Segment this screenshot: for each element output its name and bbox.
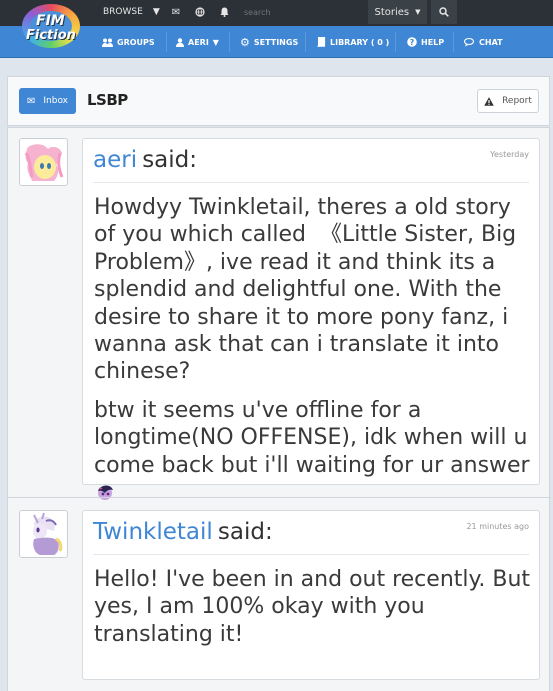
conversation-header: ✉ Inbox LSBP Report <box>7 76 550 126</box>
author-link[interactable]: Twinkletail <box>93 519 213 545</box>
message-body: Hello! I've been in and out recently. Bu… <box>94 566 533 659</box>
nav-divider <box>166 32 167 52</box>
gear-icon: ⚙ <box>240 35 250 49</box>
site-logo[interactable]: FIM Fiction <box>12 4 90 50</box>
message-header: Twinkletail said: 21 minutes ago <box>93 519 529 555</box>
message-bubble: aeri said: Yesterday Howdyy Twinkletail,… <box>82 138 540 501</box>
message-divider <box>8 497 551 498</box>
chat-icon <box>464 37 475 46</box>
message-paragraph: Hello! I've been in and out recently. Bu… <box>94 567 531 647</box>
nav-help[interactable]: ? HELP <box>407 26 444 58</box>
twilight-emote-icon <box>98 485 113 501</box>
pony-avatar-icon <box>20 139 67 185</box>
message-paragraph: btw it seems u've offline for a longtime… <box>94 397 533 507</box>
search-icon <box>439 7 449 17</box>
nav-user[interactable]: AERI ▼ <box>176 26 219 58</box>
message-thread: aeri said: Yesterday Howdyy Twinkletail,… <box>7 127 551 691</box>
message-paragraph-text: btw it seems u've offline for a longtime… <box>94 397 530 478</box>
book-icon <box>317 37 326 47</box>
avatar-twinkletail[interactable] <box>19 510 68 558</box>
nav-user-label: AERI <box>188 37 209 47</box>
nav-divider <box>305 32 306 52</box>
inbox-label: Inbox <box>43 96 69 106</box>
nav-groups-label: GROUPS <box>117 37 155 47</box>
stories-label: Stories <box>374 6 410 18</box>
nav-help-label: HELP <box>421 37 445 47</box>
chevron-down-icon: ▼ <box>415 8 421 16</box>
groups-icon <box>102 38 113 47</box>
timestamp: Yesterday <box>490 150 529 159</box>
message-body: Howdyy Twinkletail, theres a old story o… <box>94 194 533 506</box>
caret-down-icon: ▼ <box>212 37 219 47</box>
said-label: said: <box>142 147 198 173</box>
nav-divider <box>229 32 230 52</box>
message-paragraph: Howdyy Twinkletail, theres a old story o… <box>94 195 517 385</box>
nav-library[interactable]: LIBRARY ( 0 ) <box>317 26 389 58</box>
mail-icon[interactable]: ✉ <box>165 0 187 24</box>
search-input[interactable] <box>238 4 366 20</box>
author-link[interactable]: aeri <box>93 147 137 173</box>
help-icon: ? <box>407 37 417 47</box>
nav-chat[interactable]: CHAT <box>464 26 503 58</box>
said-label: said: <box>217 519 273 545</box>
search-button[interactable] <box>431 0 457 24</box>
report-button[interactable]: Report <box>477 89 539 113</box>
nav-groups[interactable]: GROUPS <box>102 26 155 58</box>
nav-library-label: LIBRARY ( 0 ) <box>330 37 390 47</box>
nav-settings[interactable]: ⚙ SETTINGS <box>240 26 298 58</box>
timestamp: 21 minutes ago <box>466 522 529 531</box>
warning-icon <box>484 96 494 106</box>
message-bubble: Twinkletail said: 21 minutes ago Hello! … <box>82 510 540 680</box>
globe-icon[interactable] <box>189 0 211 24</box>
nav-chat-label: CHAT <box>479 37 503 47</box>
avatar-aeri[interactable] <box>19 138 68 186</box>
inbox-button[interactable]: ✉ Inbox <box>19 88 76 114</box>
report-label: Report <box>502 96 532 106</box>
bell-icon[interactable] <box>213 0 235 24</box>
message-header: aeri said: Yesterday <box>93 147 529 183</box>
page-title: LSBP <box>87 91 128 109</box>
browse-label: BROWSE <box>103 7 143 17</box>
nav-settings-label: SETTINGS <box>253 37 299 47</box>
nav-divider <box>453 32 454 52</box>
user-icon <box>176 37 184 47</box>
chevron-down-icon: ▼ <box>152 7 160 17</box>
nav-divider <box>395 32 396 52</box>
stories-dropdown[interactable]: Stories ▼ <box>368 0 427 24</box>
pony-avatar-icon <box>20 511 67 557</box>
logo-text-line2: Fiction <box>26 28 76 43</box>
mail-icon: ✉ <box>26 95 36 107</box>
browse-menu[interactable]: BROWSE ▼ <box>96 0 162 24</box>
logo-text-line1: FIM <box>36 13 65 29</box>
svg-text:?: ? <box>410 38 415 47</box>
